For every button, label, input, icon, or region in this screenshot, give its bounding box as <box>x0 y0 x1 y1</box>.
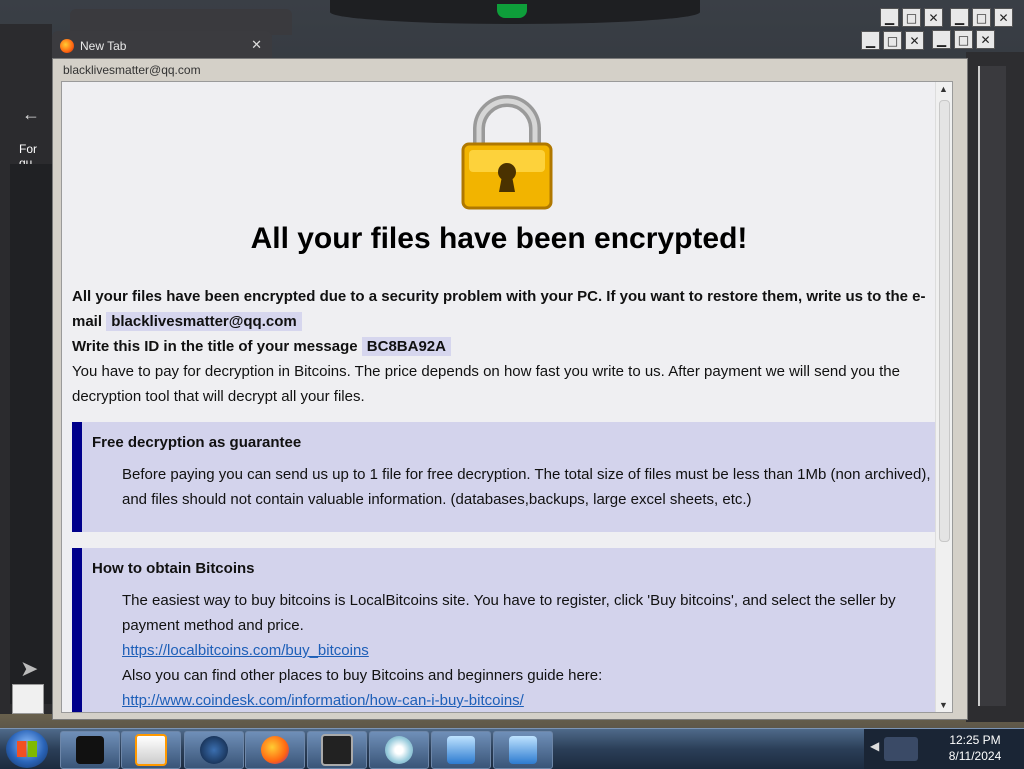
window-title: blacklivesmatter@qq.com <box>63 63 201 77</box>
background-window-frame-inner <box>978 66 1006 706</box>
firefox-icon <box>60 39 74 53</box>
id-paragraph: Write this ID in the title of your messa… <box>72 334 932 359</box>
section-heading: Free decryption as guarantee <box>92 434 302 451</box>
payment-paragraph: You have to pay for decryption in Bitcoi… <box>72 363 900 405</box>
background-browser-content <box>10 164 52 704</box>
minimize-button[interactable]: ▁ <box>880 8 899 27</box>
padlock-icon <box>461 95 553 210</box>
minimize-button[interactable]: ▁ <box>861 31 880 50</box>
terminal-icon <box>76 736 104 764</box>
taskbar-item-network-2[interactable] <box>493 731 553 769</box>
taskbar-item-monitor[interactable] <box>307 731 367 769</box>
page-title: All your files have been encrypted! <box>250 222 748 255</box>
taskbar-item-terminal[interactable] <box>60 731 120 769</box>
section-body: The easiest way to buy bitcoins is Local… <box>122 588 937 712</box>
close-button[interactable]: ✕ <box>905 31 924 50</box>
media-player-icon <box>135 734 167 766</box>
monitor-icon <box>321 734 353 766</box>
section-heading: How to obtain Bitcoins <box>92 560 255 577</box>
victim-id: BC8BA92A <box>361 337 451 356</box>
arrow-cursor-icon: ➤ <box>20 656 39 681</box>
clock-date: 8/11/2024 <box>948 749 1002 763</box>
window-controls-mid: ▁ □ ✕ <box>932 30 995 49</box>
scroll-up-icon[interactable]: ▲ <box>939 84 948 94</box>
obtain-bitcoins-section: How to obtain Bitcoins The easiest way t… <box>72 548 946 712</box>
free-decryption-section: Free decryption as guarantee Before payi… <box>72 422 946 532</box>
taskbar-item-firefox[interactable] <box>245 731 305 769</box>
close-button[interactable]: ✕ <box>994 8 1013 27</box>
intro-paragraph: All your files have been encrypted due t… <box>72 284 932 334</box>
close-button[interactable]: ✕ <box>924 8 943 27</box>
main-window-controls: ▁ □ ✕ <box>861 31 924 50</box>
maximize-button[interactable]: □ <box>883 31 902 50</box>
clock-time: 12:25 PM <box>949 733 1001 747</box>
section-text: The easiest way to buy bitcoins is Local… <box>122 592 896 634</box>
back-arrow-icon[interactable]: ← <box>22 104 40 125</box>
scroll-down-icon[interactable]: ▼ <box>939 700 948 710</box>
close-tab-icon[interactable]: ✕ <box>251 37 262 53</box>
status-light <box>497 4 527 18</box>
disc-icon <box>385 736 413 764</box>
maximize-button[interactable]: □ <box>902 8 921 27</box>
network-icon <box>509 736 537 764</box>
vertical-scrollbar[interactable]: ▲ ▼ <box>935 82 952 712</box>
browser-tab-label: New Tab <box>80 39 127 53</box>
network-icon <box>447 736 475 764</box>
clock[interactable]: 12:25 PM 8/11/2024 <box>930 732 1020 764</box>
ransom-note-window: ▁ □ ✕ blacklivesmatter@qq.com All your f… <box>52 31 968 720</box>
browser-tab[interactable]: New Tab ✕ <box>52 31 272 61</box>
window-controls-back-2: ▁ □ ✕ <box>950 8 1013 27</box>
scroll-thumb[interactable] <box>939 100 950 542</box>
taskbar-item-globe[interactable] <box>184 731 244 769</box>
section-text-2: Also you can find other places to buy Bi… <box>122 667 603 684</box>
desktop-widget <box>12 684 44 714</box>
taskbar-item-network-1[interactable] <box>431 731 491 769</box>
id-text: Write this ID in the title of your messa… <box>72 338 362 355</box>
taskbar-item-disc[interactable] <box>369 731 429 769</box>
tray-expand-icon[interactable]: ◀ <box>870 739 879 753</box>
start-button[interactable] <box>6 730 48 768</box>
localbitcoins-link[interactable]: https://localbitcoins.com/buy_bitcoins <box>122 642 369 659</box>
section-text: Before paying you can send us up to 1 fi… <box>122 466 931 508</box>
maximize-button[interactable]: □ <box>954 30 973 49</box>
close-button[interactable]: ✕ <box>976 30 995 49</box>
minimize-button[interactable]: ▁ <box>950 8 969 27</box>
note-content: All your files have been encrypted! All … <box>61 81 953 713</box>
video-camera-icon[interactable] <box>884 737 918 761</box>
window-controls-back: ▁ □ ✕ <box>880 8 943 27</box>
background-browser-window: ← For qu <box>0 24 52 714</box>
firefox-icon <box>261 736 289 764</box>
taskbar: ◀ 12:25 PM 8/11/2024 <box>0 728 1024 769</box>
contact-email: blacklivesmatter@qq.com <box>106 312 302 331</box>
minimize-button[interactable]: ▁ <box>932 30 951 49</box>
windows-logo-icon <box>17 741 37 757</box>
globe-icon <box>200 736 228 764</box>
maximize-button[interactable]: □ <box>972 8 991 27</box>
coindesk-link[interactable]: http://www.coindesk.com/information/how-… <box>122 692 524 709</box>
taskbar-item-media[interactable] <box>121 731 181 769</box>
